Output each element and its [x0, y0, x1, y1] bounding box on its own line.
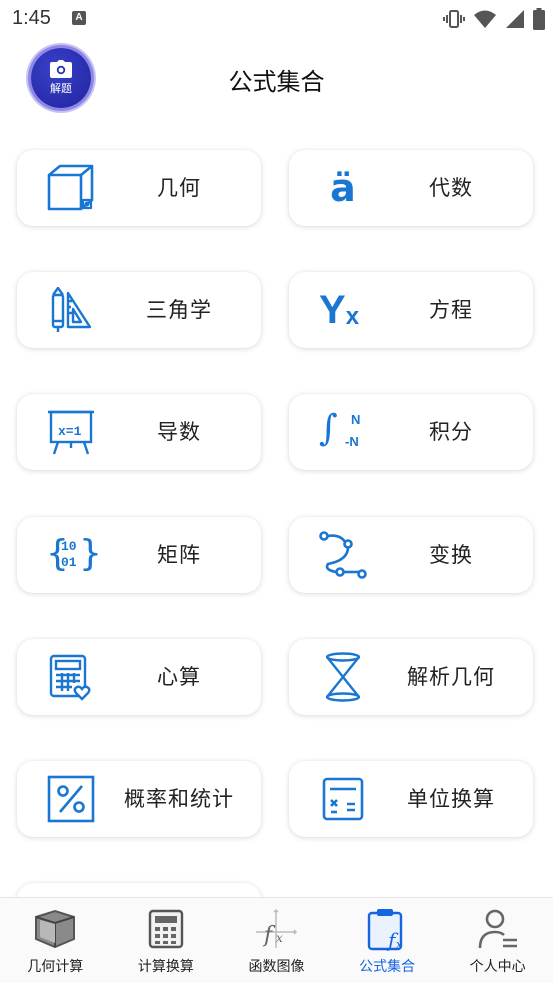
derivative-board-text: x=1: [58, 424, 82, 439]
integral-lower-limit: -N: [345, 434, 359, 449]
nav-label: 个人中心: [469, 959, 526, 975]
nav-label: 函数图像: [248, 959, 305, 975]
vibrate-icon: [443, 10, 465, 28]
nav-formula-collection[interactable]: f x 公式集合: [332, 898, 443, 983]
category-label: 矩阵: [157, 543, 201, 567]
calculator-grid-icon: [143, 906, 189, 952]
integral-sign: ∫: [319, 408, 338, 449]
matrix-row-1: 10: [61, 539, 77, 554]
hourglass-cone-icon: [317, 651, 369, 703]
status-bar: 1:45 A: [0, 0, 553, 38]
calculator-heart-icon: [45, 651, 97, 703]
equation-glyph-y: Y: [319, 287, 346, 332]
integral-icon: ∫ N -N: [317, 406, 369, 458]
category-label: 心算: [157, 665, 201, 689]
signal-icon: [506, 10, 524, 28]
app-header: 解题 公式集合: [0, 38, 553, 118]
battery-icon: [533, 8, 545, 30]
function-graph-icon: f x: [253, 906, 299, 952]
easel-board-icon: x=1: [45, 406, 97, 458]
nav-profile[interactable]: 个人中心: [442, 898, 553, 983]
status-icons: [443, 8, 545, 30]
notification-app-icon: A: [72, 11, 86, 25]
category-derivative[interactable]: x=1 导数: [17, 394, 261, 470]
category-label: 解析几何: [407, 665, 495, 689]
matrix-right-brace: }: [79, 533, 102, 574]
calculator-icon: [317, 773, 369, 825]
clipboard-formula-icon: f x: [364, 906, 410, 952]
category-label: 方程: [429, 298, 473, 322]
category-label: 积分: [429, 420, 473, 444]
category-probability-statistics[interactable]: 概率和统计: [17, 761, 261, 837]
status-time: 1:45: [12, 7, 51, 29]
matrix-icon: { 10 01 }: [45, 529, 102, 581]
category-label: 几何: [157, 176, 201, 200]
svg-text:x: x: [276, 931, 283, 945]
algebra-glyph: ä: [330, 166, 356, 210]
wifi-icon: [474, 10, 496, 28]
matrix-row-2: 01: [61, 555, 77, 570]
path-transform-icon: [317, 529, 369, 581]
page-title: 公式集合: [228, 68, 325, 96]
category-integral[interactable]: ∫ N -N 积分: [289, 394, 533, 470]
yx-icon: Yx: [317, 284, 369, 336]
svg-text:x: x: [396, 938, 403, 951]
nav-function-graph[interactable]: f x 函数图像: [221, 898, 332, 983]
category-label: 三角学: [146, 298, 212, 322]
category-algebra[interactable]: ä 代数: [289, 150, 533, 226]
category-label: 导数: [157, 420, 201, 444]
category-geometry[interactable]: 几何: [17, 150, 261, 226]
a-umlaut-icon: ä: [317, 162, 369, 214]
category-label: 单位换算: [407, 787, 495, 811]
category-label: 概率和统计: [124, 787, 234, 811]
category-mental-math[interactable]: 心算: [17, 639, 261, 715]
person-icon: [475, 906, 521, 952]
category-label: 变换: [429, 543, 473, 567]
nav-label: 计算换算: [137, 959, 194, 975]
box-3d-icon: [32, 906, 78, 952]
category-transform[interactable]: 变换: [289, 517, 533, 593]
category-label: 代数: [429, 176, 473, 200]
nav-label: 公式集合: [359, 959, 416, 975]
category-analytic-geometry[interactable]: 解析几何: [289, 639, 533, 715]
category-trigonometry[interactable]: 三角学: [17, 272, 261, 348]
pencil-triangle-icon: [45, 284, 97, 336]
equation-glyph-x: x: [345, 303, 360, 330]
category-unit-conversion[interactable]: 单位换算: [289, 761, 533, 837]
bottom-navigation: 几何计算 计算换算 f x 函数图像 f x 公式集合 个人中心: [0, 897, 553, 983]
percent-icon: [45, 773, 97, 825]
category-matrix[interactable]: { 10 01 } 矩阵: [17, 517, 261, 593]
category-equation[interactable]: Yx 方程: [289, 272, 533, 348]
integral-upper-limit: N: [351, 412, 361, 427]
nav-geometry-calc[interactable]: 几何计算: [0, 898, 111, 983]
nav-label: 几何计算: [27, 959, 84, 975]
cube-icon: [45, 162, 97, 214]
nav-calc-convert[interactable]: 计算换算: [111, 898, 222, 983]
svg-text:f: f: [262, 923, 276, 948]
